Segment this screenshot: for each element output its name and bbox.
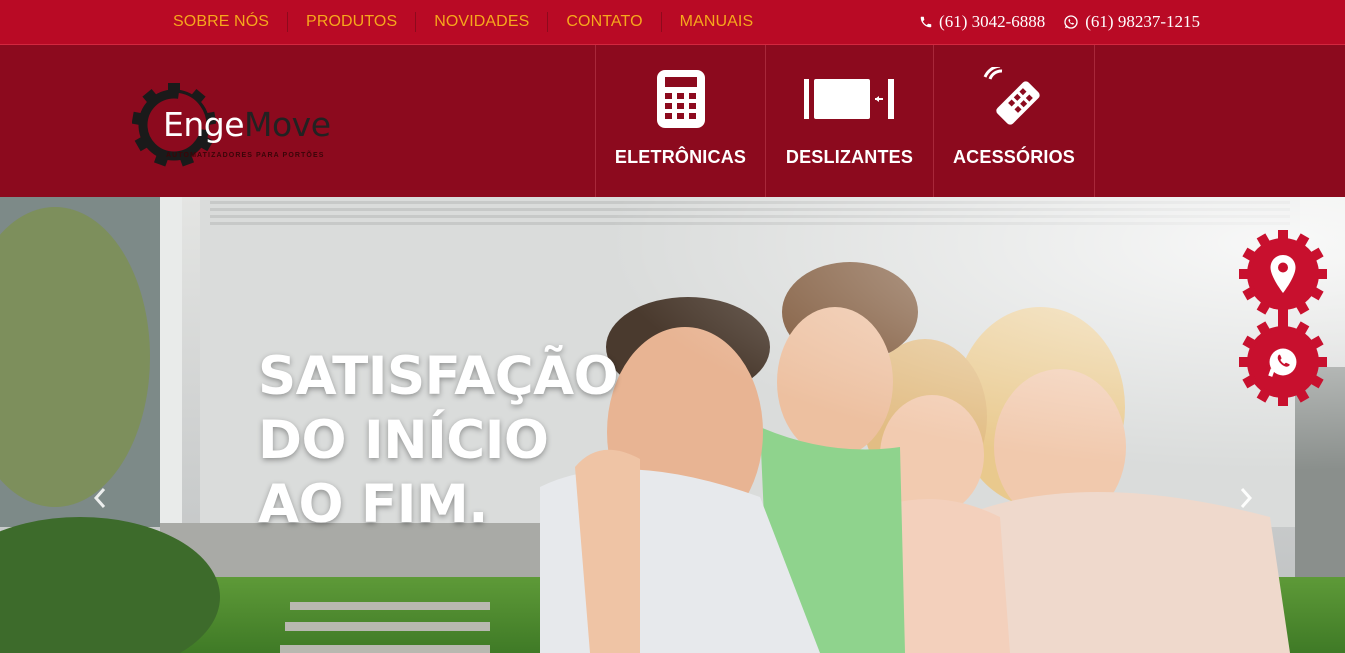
phone-number: (61) 3042-6888 bbox=[939, 12, 1046, 31]
location-pin-icon bbox=[1238, 229, 1328, 319]
hero-image bbox=[0, 197, 1345, 653]
phone-contact[interactable]: (61) 3042-6888 bbox=[919, 12, 1045, 32]
chevron-left-icon bbox=[93, 488, 106, 508]
category-menu: ELETRÔNICAS DESLIZANTES ACESSÓRIOS bbox=[595, 45, 1095, 197]
slider-prev-button[interactable] bbox=[88, 483, 112, 513]
brand-name: EngeMove bbox=[163, 105, 331, 144]
nav-novidades[interactable]: NOVIDADES bbox=[415, 12, 547, 32]
category-acessorios[interactable]: ACESSÓRIOS bbox=[934, 45, 1095, 197]
whatsapp-number: (61) 98237-1215 bbox=[1085, 12, 1200, 31]
phone-icon bbox=[919, 15, 933, 29]
whatsapp-contact[interactable]: (61) 98237-1215 bbox=[1063, 12, 1200, 32]
category-label: ELETRÔNICAS bbox=[614, 147, 747, 167]
brand-logo[interactable]: EngeMove AUTOMATIZADORES PARA PORTÕES bbox=[132, 83, 362, 167]
headline-line: SATISFAÇÃO bbox=[258, 346, 619, 407]
nav-manuais[interactable]: MANUAIS bbox=[660, 12, 772, 32]
whatsapp-button[interactable] bbox=[1238, 317, 1328, 407]
nav-produtos[interactable]: PRODUTOS bbox=[287, 12, 415, 32]
whatsapp-icon bbox=[1063, 14, 1079, 30]
location-button[interactable] bbox=[1238, 229, 1328, 319]
main-header: EngeMove AUTOMATIZADORES PARA PORTÕES EL… bbox=[0, 45, 1345, 197]
nav-sobre-nos[interactable]: SOBRE NÓS bbox=[155, 12, 287, 32]
headline-line: AO FIM. bbox=[258, 474, 488, 535]
sliding-gate-icon bbox=[766, 67, 933, 131]
top-navigation: SOBRE NÓS PRODUTOS NOVIDADES CONTATO MAN… bbox=[155, 0, 771, 44]
headline-line: DO INÍCIO bbox=[258, 410, 549, 471]
slider-next-button[interactable] bbox=[1234, 483, 1258, 513]
hero-slider: SATISFAÇÃO DO INÍCIO AO FIM. bbox=[0, 197, 1345, 653]
category-deslizantes[interactable]: DESLIZANTES bbox=[766, 45, 934, 197]
keypad-icon bbox=[596, 67, 765, 131]
brand-name-dark: Move bbox=[244, 105, 331, 144]
top-bar: SOBRE NÓS PRODUTOS NOVIDADES CONTATO MAN… bbox=[0, 0, 1345, 45]
nav-contato[interactable]: CONTATO bbox=[547, 12, 660, 32]
brand-name-light: Enge bbox=[163, 105, 245, 144]
category-label: ACESSÓRIOS bbox=[952, 147, 1076, 167]
brand-tagline: AUTOMATIZADORES PARA PORTÕES bbox=[166, 152, 325, 159]
chevron-right-icon bbox=[1240, 488, 1253, 508]
category-label: DESLIZANTES bbox=[785, 147, 914, 167]
contact-info: (61) 3042-6888 (61) 98237-1215 bbox=[919, 0, 1200, 44]
hero-headline: SATISFAÇÃO DO INÍCIO AO FIM. bbox=[258, 345, 619, 537]
remote-control-icon bbox=[934, 67, 1094, 131]
category-eletronicas[interactable]: ELETRÔNICAS bbox=[596, 45, 766, 197]
whatsapp-icon bbox=[1238, 317, 1328, 407]
